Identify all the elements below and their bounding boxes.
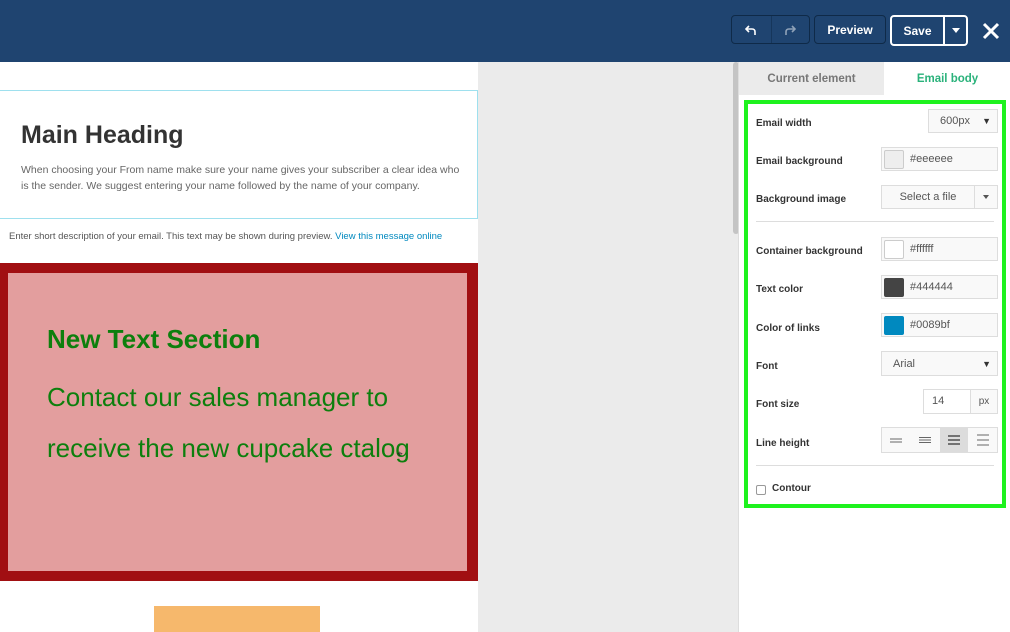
undo-button[interactable]	[732, 16, 771, 43]
redo-icon	[785, 24, 797, 35]
container-background-value: #ffffff	[910, 243, 934, 255]
heading-block[interactable]: Main Heading When choosing your From nam…	[0, 90, 478, 219]
top-toolbar: Preview Save	[0, 0, 1010, 62]
container-background-picker[interactable]: #ffffff	[881, 237, 998, 261]
email-background-picker[interactable]: #eeeeee	[881, 147, 998, 171]
save-group: Save	[890, 15, 968, 46]
tab-current-element[interactable]: Current element	[739, 62, 884, 95]
line-height-relaxed[interactable]	[939, 428, 969, 452]
text-section-body: Contact our sales manager to receive the…	[47, 382, 410, 463]
dropdown-arrow-icon: ▼	[982, 358, 991, 369]
email-width-select[interactable]: 600px ▼	[928, 109, 998, 133]
background-image-label: Background image	[756, 194, 847, 205]
main-heading: Main Heading	[21, 121, 184, 149]
line-height-normal[interactable]	[911, 428, 940, 452]
text-section-inner[interactable]: New Text Section Contact our sales manag…	[8, 273, 467, 571]
undo-icon	[745, 24, 757, 35]
text-section[interactable]: New Text Section Contact our sales manag…	[0, 263, 478, 581]
link-color-label: Color of links	[756, 323, 820, 334]
email-body-settings: Email width 600px ▼ Email background #ee…	[744, 100, 1006, 508]
link-color-value: #0089bf	[910, 319, 950, 331]
line-height-label: Line height	[756, 438, 810, 449]
email-canvas[interactable]: Main Heading When choosing your From nam…	[0, 62, 737, 632]
font-value: Arial	[893, 357, 916, 370]
caret-down-icon	[983, 195, 989, 199]
font-size-input[interactable]: 14	[924, 390, 971, 413]
color-swatch	[884, 277, 904, 297]
preview-button[interactable]: Preview	[814, 15, 886, 44]
contour-label: Contour	[772, 483, 811, 494]
view-online-link[interactable]: View this message online	[335, 231, 442, 242]
color-swatch	[884, 315, 904, 335]
line-height-loose[interactable]	[968, 428, 997, 452]
background-image-options[interactable]	[975, 195, 997, 199]
caret-down-icon	[951, 28, 960, 33]
contour-checkbox[interactable]	[756, 485, 766, 495]
close-icon	[982, 22, 1000, 40]
preheader-text: Enter short description of your email. T…	[9, 231, 333, 242]
email-preview: Main Heading When choosing your From nam…	[0, 62, 478, 632]
email-width-label: Email width	[756, 118, 812, 129]
line-height-options	[881, 427, 998, 453]
line-height-icon	[890, 438, 903, 443]
panel-tabs: Current element Email body	[739, 62, 1010, 95]
color-swatch	[884, 239, 904, 259]
font-size-control: 14 px	[923, 389, 998, 414]
font-size-label: Font size	[756, 399, 800, 410]
color-swatch	[884, 149, 904, 169]
text-color-value: #444444	[910, 281, 953, 293]
preheader: Enter short description of your email. T…	[9, 231, 442, 242]
line-height-icon	[976, 434, 989, 446]
save-button[interactable]: Save	[892, 17, 945, 44]
dropdown-arrow-icon: ▼	[982, 116, 991, 126]
redo-button[interactable]	[770, 16, 810, 43]
container-background-label: Container background	[756, 246, 863, 257]
button-block[interactable]	[154, 606, 320, 632]
select-file-button[interactable]: Select a file	[882, 186, 975, 208]
line-height-icon	[919, 437, 932, 443]
tab-email-body[interactable]: Email body	[884, 62, 1010, 95]
line-height-icon	[947, 435, 960, 445]
text-section-heading: New Text Section	[47, 324, 261, 354]
save-options-button[interactable]	[945, 17, 966, 44]
history-group	[731, 15, 810, 44]
mouse-cursor: ⌖	[397, 449, 403, 460]
close-button[interactable]	[980, 18, 1002, 44]
email-background-value: #eeeeee	[910, 153, 953, 165]
email-width-value: 600px	[940, 115, 970, 127]
font-select[interactable]: Arial ▼	[881, 351, 998, 376]
font-size-unit: px	[978, 396, 990, 407]
font-label: Font	[756, 361, 778, 372]
background-image-control: Select a file	[881, 185, 998, 209]
text-color-picker[interactable]: #444444	[881, 275, 998, 299]
divider	[756, 221, 994, 222]
divider	[756, 465, 994, 466]
link-color-picker[interactable]: #0089bf	[881, 313, 998, 337]
line-height-tight[interactable]	[882, 428, 911, 452]
settings-panel: Current element Email body Email width 6…	[738, 62, 1010, 632]
email-background-label: Email background	[756, 156, 843, 167]
intro-text: When choosing your From name make sure y…	[21, 164, 460, 192]
text-color-label: Text color	[756, 284, 804, 295]
